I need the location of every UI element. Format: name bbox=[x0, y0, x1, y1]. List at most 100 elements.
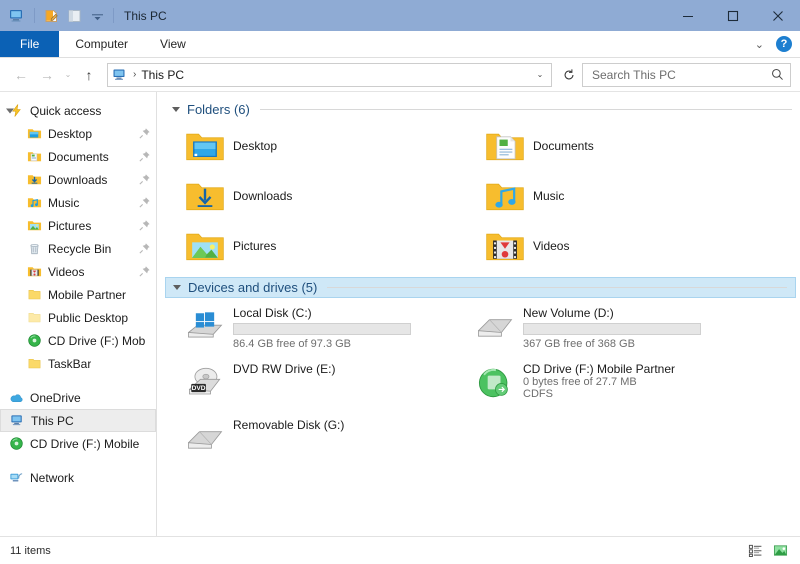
folder-name: Music bbox=[533, 189, 565, 203]
tab-file[interactable]: File bbox=[0, 31, 60, 57]
drive-tile-cd-drive-f[interactable]: CD Drive (F:) Mobile Partner 0 bytes fre… bbox=[467, 357, 767, 413]
search-input[interactable] bbox=[590, 66, 770, 83]
documents-folder-icon bbox=[481, 122, 529, 170]
search-icon[interactable] bbox=[770, 67, 786, 83]
group-divider bbox=[327, 287, 787, 288]
folder-tile-downloads[interactable]: Downloads bbox=[177, 170, 477, 220]
tab-view[interactable]: View bbox=[144, 31, 202, 57]
sidebar-item-cd-drive-f-mobile[interactable]: CD Drive (F:) Mobile bbox=[0, 432, 156, 455]
file-explorer-window: This PC File Computer View ⌄ ? ← → ⌄ ↑ ›… bbox=[0, 0, 800, 564]
new-folder-icon[interactable] bbox=[66, 7, 84, 25]
folder-icon bbox=[26, 356, 42, 372]
folder-tile-body: Videos bbox=[533, 222, 569, 270]
search-box[interactable] bbox=[582, 62, 791, 87]
drive-tile-body: DVD RW Drive (E:) bbox=[233, 359, 335, 410]
sidebar-item-music[interactable]: Music bbox=[0, 191, 156, 214]
breadcrumb[interactable]: This PC bbox=[141, 68, 184, 82]
folders-group-header[interactable]: Folders (6) bbox=[165, 99, 800, 120]
breadcrumb-separator: › bbox=[133, 69, 137, 80]
pin-icon[interactable] bbox=[138, 242, 152, 256]
maximize-button[interactable] bbox=[710, 0, 755, 31]
sidebar-item-this-pc[interactable]: This PC bbox=[0, 409, 156, 432]
drive-capacity-text: 367 GB free of 368 GB bbox=[523, 338, 635, 350]
cd-drive-icon bbox=[8, 436, 24, 452]
folder-tile-body: Downloads bbox=[233, 172, 292, 220]
forward-button[interactable]: → bbox=[35, 63, 59, 87]
sidebar-item-downloads[interactable]: Downloads bbox=[0, 168, 156, 191]
up-button[interactable]: ↑ bbox=[77, 63, 101, 87]
drive-tile-body: New Volume (D:) 367 GB free of 368 GB bbox=[523, 303, 701, 354]
sidebar-item-videos[interactable]: Videos bbox=[0, 260, 156, 283]
this-pc-icon[interactable] bbox=[8, 7, 26, 25]
customize-qat-dropdown[interactable] bbox=[89, 7, 107, 25]
sidebar-item-label: Mobile Partner bbox=[48, 287, 127, 302]
drives-group-header[interactable]: Devices and drives (5) bbox=[165, 277, 796, 298]
navigation-pane[interactable]: Quick access Desktop Documents Downloads… bbox=[0, 92, 157, 536]
sidebar-item-label: TaskBar bbox=[48, 356, 92, 371]
folder-tile-desktop[interactable]: Desktop bbox=[177, 120, 477, 170]
pin-icon[interactable] bbox=[138, 196, 152, 210]
folder-tile-pictures[interactable]: Pictures bbox=[177, 220, 477, 270]
pin-icon[interactable] bbox=[138, 173, 152, 187]
folder-tile-music[interactable]: Music bbox=[477, 170, 777, 220]
sidebar-item-label: Downloads bbox=[48, 172, 108, 187]
pin-icon[interactable] bbox=[138, 219, 152, 233]
refresh-button[interactable] bbox=[558, 64, 580, 86]
folder-name: Pictures bbox=[233, 239, 277, 253]
item-count: 11 items bbox=[10, 544, 51, 557]
drive-tile-removable-disk-g[interactable]: Removable Disk (G:) bbox=[177, 413, 467, 469]
folder-tile-videos[interactable]: Videos bbox=[477, 220, 777, 270]
qat-separator bbox=[34, 8, 35, 23]
drive-tile-new-volume-d[interactable]: New Volume (D:) 367 GB free of 368 GB bbox=[467, 301, 767, 357]
sidebar-item-cd-drive-f-mob[interactable]: CD Drive (F:) Mob bbox=[0, 329, 156, 352]
sidebar-item-label: Desktop bbox=[48, 126, 93, 141]
drive-tile-dvd-rw-e[interactable]: DVD DVD RW Drive (E:) bbox=[177, 357, 467, 413]
pin-icon[interactable] bbox=[138, 127, 152, 141]
drive-capacity-text: 0 bytes free of 27.7 MB bbox=[523, 376, 637, 388]
pictures-folder-icon bbox=[26, 218, 42, 234]
folder-name: Videos bbox=[533, 239, 570, 253]
network-icon bbox=[8, 470, 24, 486]
removable-drive-icon bbox=[181, 415, 229, 463]
tab-computer[interactable]: Computer bbox=[59, 31, 144, 57]
sidebar-item-taskbar[interactable]: TaskBar bbox=[0, 352, 156, 375]
title-bar: This PC bbox=[0, 0, 800, 31]
folder-tile-body: Pictures bbox=[233, 222, 276, 270]
desktop-folder-icon bbox=[26, 126, 42, 142]
recent-locations-dropdown[interactable]: ⌄ bbox=[61, 63, 75, 87]
pin-icon[interactable] bbox=[138, 265, 152, 279]
sidebar-item-pictures[interactable]: Pictures bbox=[0, 214, 156, 237]
properties-icon[interactable] bbox=[43, 7, 61, 25]
sidebar-item-recycle-bin[interactable]: Recycle Bin bbox=[0, 237, 156, 260]
sidebar-item-onedrive[interactable]: OneDrive bbox=[0, 386, 156, 409]
address-dropdown-icon[interactable]: ⌄ bbox=[531, 65, 549, 85]
drives-grid: Local Disk (C:) 86.4 GB free of 97.3 GB bbox=[165, 301, 800, 469]
hard-drive-icon bbox=[471, 303, 519, 351]
sidebar-item-network[interactable]: Network bbox=[0, 466, 156, 489]
sidebar-item-mobile-partner[interactable]: Mobile Partner bbox=[0, 283, 156, 306]
file-list-pane[interactable]: Folders (6) Desktop Documents Downloads … bbox=[157, 92, 800, 536]
sidebar-item-public-desktop[interactable]: Public Desktop bbox=[0, 306, 156, 329]
details-view-button[interactable] bbox=[745, 541, 765, 561]
chevron-down-icon[interactable]: ⌄ bbox=[751, 38, 768, 51]
sidebar-item-documents[interactable]: Documents bbox=[0, 145, 156, 168]
address-bar[interactable]: › This PC ⌄ bbox=[107, 62, 552, 87]
view-toggle-group bbox=[745, 541, 790, 561]
group-divider bbox=[259, 109, 792, 110]
sidebar-item-label: Public Desktop bbox=[48, 310, 129, 325]
chevron-expanded-icon[interactable] bbox=[173, 285, 181, 290]
help-icon[interactable]: ? bbox=[776, 36, 792, 52]
back-button[interactable]: ← bbox=[9, 63, 33, 87]
sidebar-item-desktop[interactable]: Desktop bbox=[0, 122, 156, 145]
drive-tile-local-disk-c[interactable]: Local Disk (C:) 86.4 GB free of 97.3 GB bbox=[177, 301, 467, 357]
chevron-expanded-icon[interactable] bbox=[172, 107, 180, 112]
chevron-expanded-icon[interactable] bbox=[6, 108, 14, 113]
sidebar-item-label: This PC bbox=[31, 413, 74, 428]
large-icons-view-button[interactable] bbox=[770, 541, 790, 561]
sidebar-item-quick-access[interactable]: Quick access bbox=[0, 99, 156, 122]
folder-tile-documents[interactable]: Documents bbox=[477, 120, 777, 170]
minimize-button[interactable] bbox=[665, 0, 710, 31]
pin-icon[interactable] bbox=[138, 150, 152, 164]
close-button[interactable] bbox=[755, 0, 800, 31]
